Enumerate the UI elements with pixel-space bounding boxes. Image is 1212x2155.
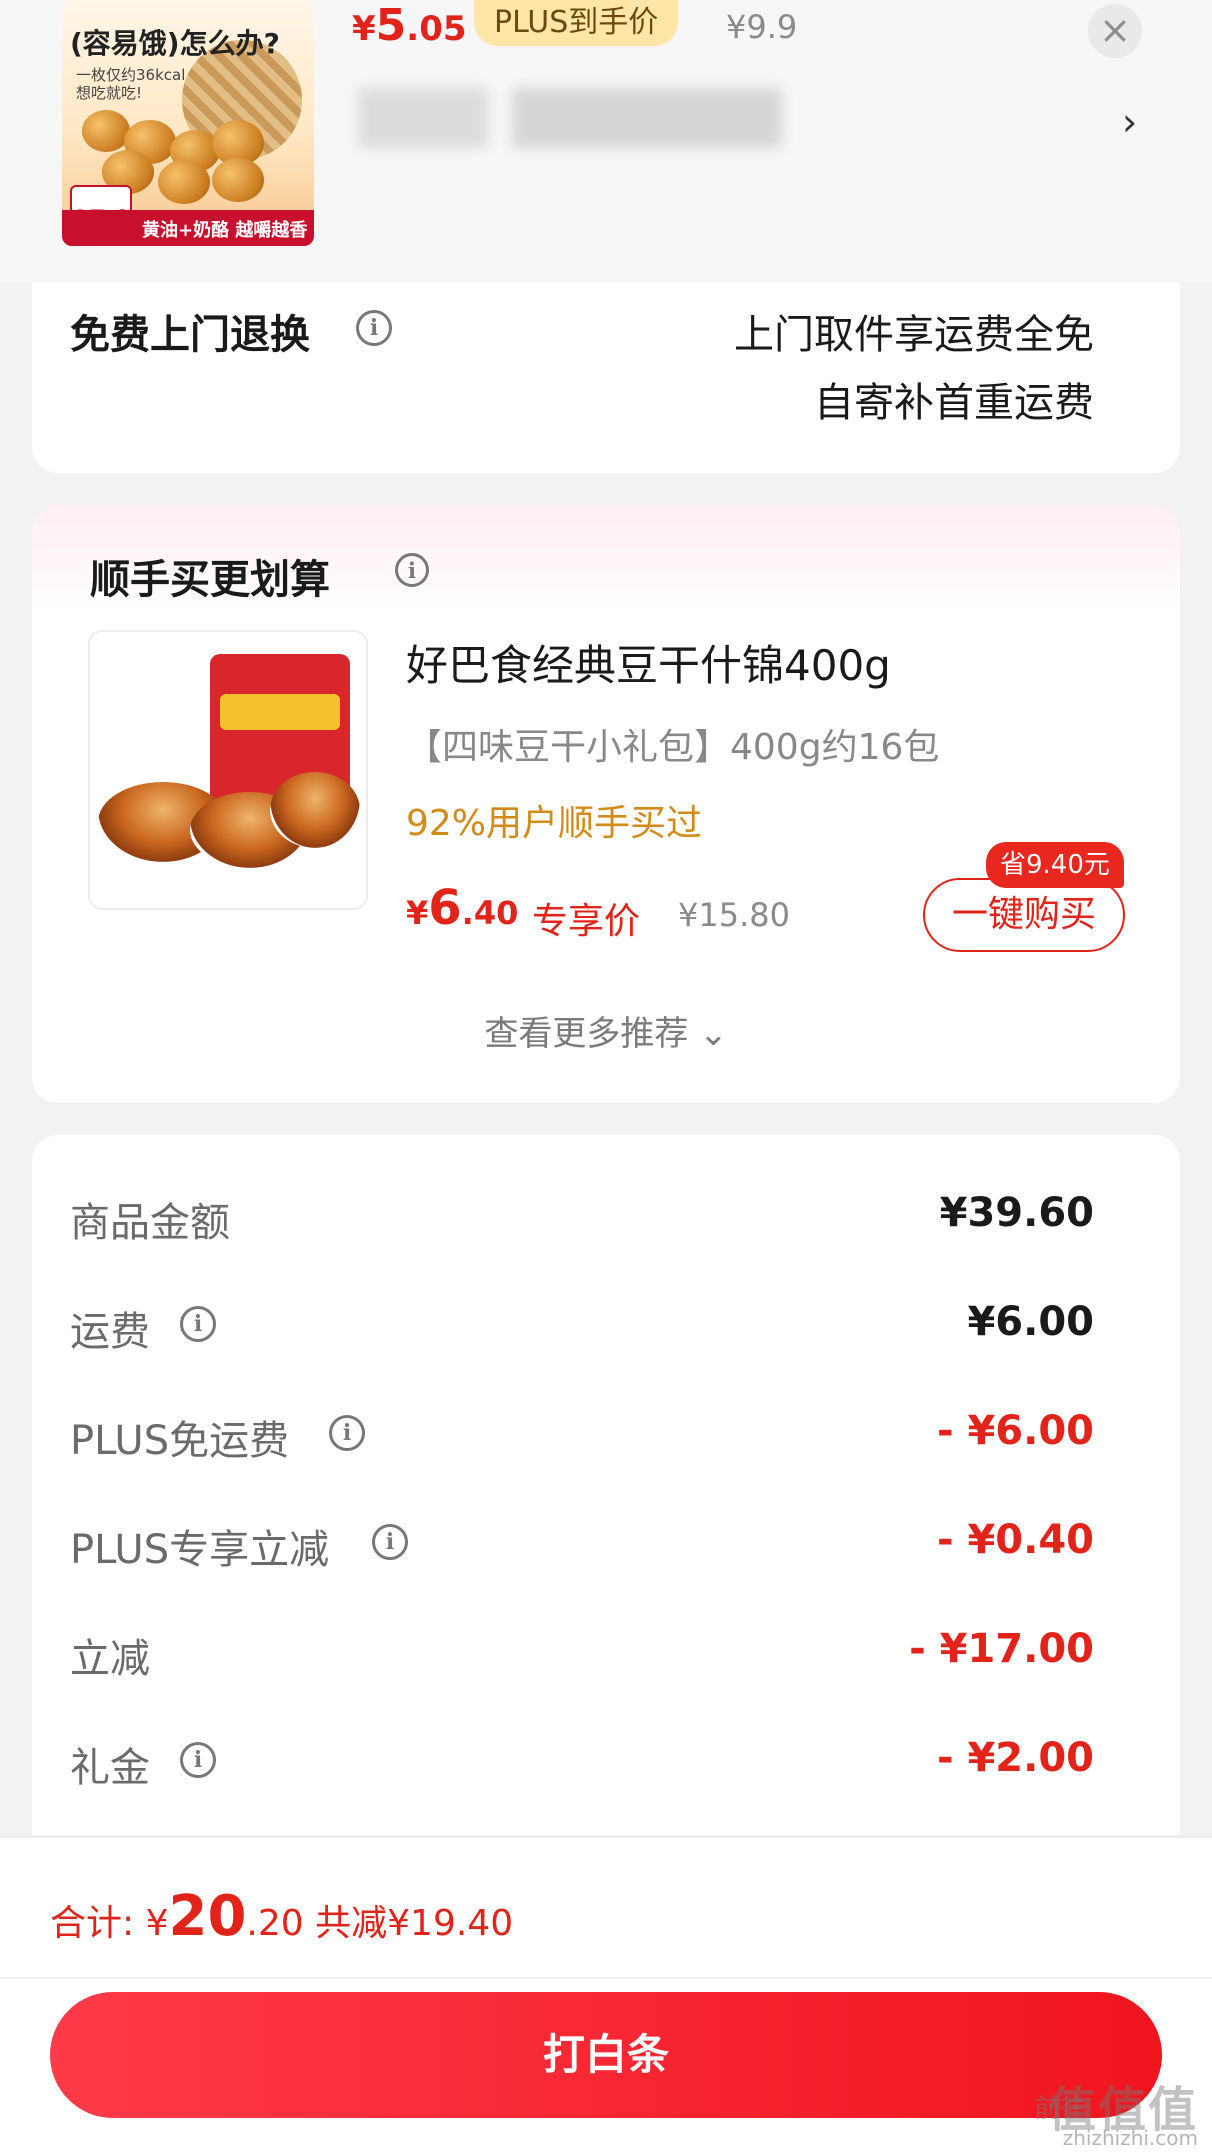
info-icon[interactable]: i (372, 1524, 408, 1560)
chevron-right-icon[interactable]: › (1122, 100, 1137, 144)
recommend-product-name[interactable]: 好巴食经典豆干什锦400g (406, 632, 891, 693)
more-recommendations-link[interactable]: 查看更多推荐 ⌄ (0, 1006, 1212, 1055)
product-thumbnail[interactable]: (容易饿)怎么办? 一枚仅约36kcal 想吃就吃! 17.9 黄油+奶酪 越嚼… (62, 0, 314, 246)
save-amount-tag: 省9.40元 (986, 842, 1124, 888)
summary-row-value: ¥39.60 (939, 1190, 1094, 1236)
recommend-price: ¥6.40 (406, 880, 519, 936)
one-click-buy-button[interactable]: 一键购买 (923, 878, 1125, 952)
original-price: ¥9.9 (726, 8, 798, 46)
divider (0, 1977, 1212, 1979)
return-service-line2: 自寄补首重运费 (814, 380, 1094, 426)
watermark-url: zhizhizhi.com (1062, 2126, 1198, 2150)
order-total: 合计: ¥20.20 共减¥19.40 (50, 1884, 514, 1949)
recommend-title: 顺手买更划算 (90, 557, 330, 603)
return-service-line1: 上门取件享运费全免 (734, 312, 1094, 358)
exclusive-price-label: 专享价 (532, 901, 641, 942)
summary-row-value: - ¥2.00 (936, 1735, 1094, 1781)
summary-row-value: - ¥6.00 (936, 1408, 1094, 1454)
blurred-spec (358, 88, 488, 148)
info-icon[interactable]: i (329, 1415, 365, 1451)
recommend-original-price: ¥15.80 (678, 896, 790, 934)
summary-row-label: 运费 (70, 1309, 150, 1355)
thumb-headline: (容易饿)怎么办? (70, 27, 280, 60)
recommend-product-spec: 【四味豆干小礼包】400g约16包 (406, 727, 940, 768)
info-icon[interactable]: i (180, 1742, 216, 1778)
summary-row-value: ¥6.00 (967, 1299, 1094, 1345)
summary-row-label: 商品金额 (70, 1200, 230, 1246)
pay-button[interactable]: 打白条 (50, 1992, 1162, 2118)
plus-price-badge: PLUS到手价 (474, 0, 679, 46)
summary-row-label: PLUS专享立减 (70, 1527, 330, 1573)
blurred-spec (512, 88, 782, 148)
summary-row-value: - ¥0.40 (936, 1517, 1094, 1563)
thumb-subtext-2: 想吃就吃! (76, 84, 143, 102)
top-price: ¥5.05 (352, 0, 467, 51)
thumb-band: 黄油+奶酪 越嚼越香 (62, 210, 314, 246)
summary-row-value: - ¥17.00 (909, 1626, 1094, 1672)
info-icon[interactable]: i (395, 553, 429, 587)
summary-row-label: PLUS免运费 (70, 1418, 290, 1464)
summary-row-label: 礼金 (70, 1745, 150, 1791)
summary-row-label: 立减 (70, 1636, 150, 1682)
info-icon[interactable]: i (180, 1306, 216, 1342)
recommend-buy-rate: 92%用户顺手买过 (406, 803, 703, 844)
recommend-product-image[interactable] (88, 630, 368, 910)
close-icon[interactable]: × (1088, 4, 1142, 58)
